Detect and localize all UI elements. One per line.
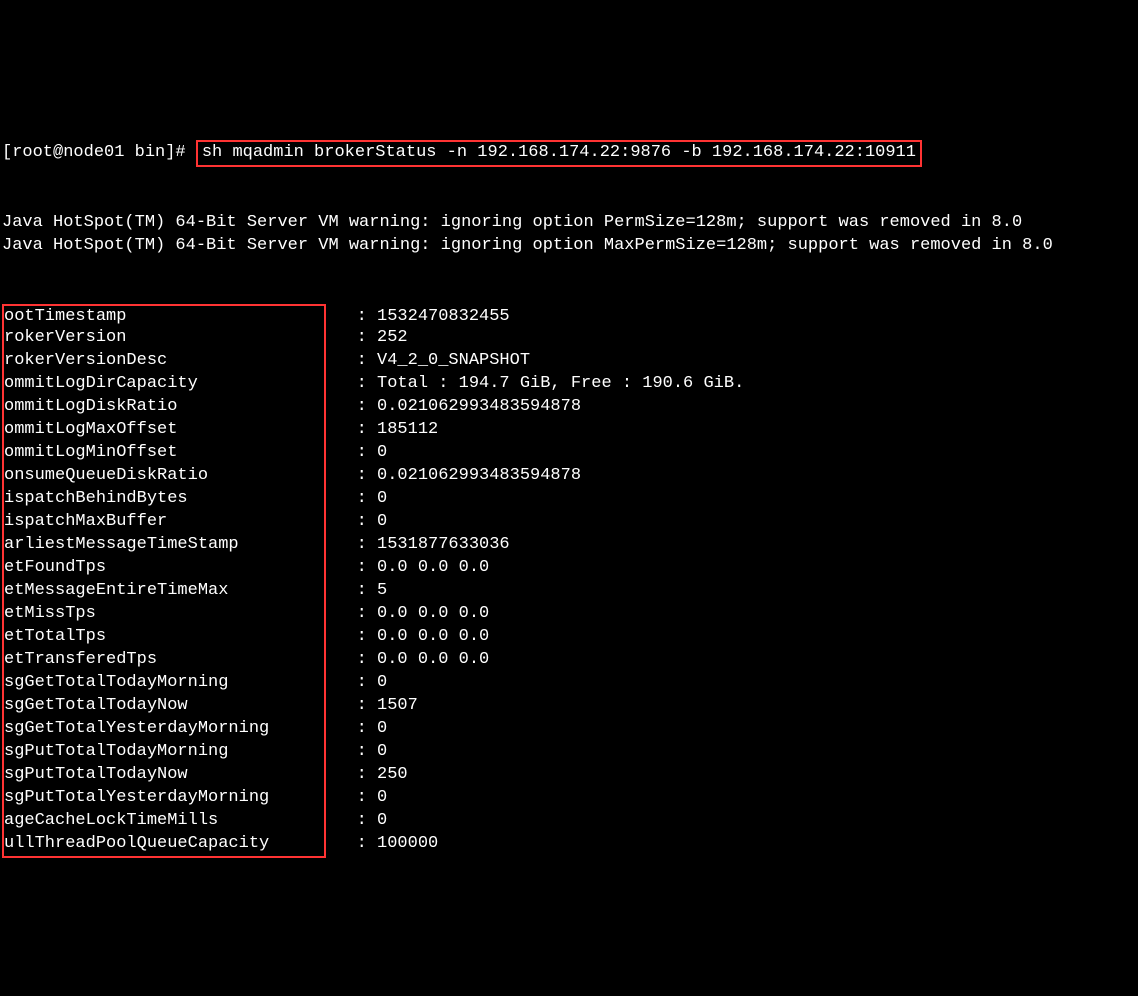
status-key: etFoundTps <box>4 557 324 580</box>
status-key: sgPutTotalTodayMorning <box>4 741 324 764</box>
status-key: sgGetTotalYesterdayMorning <box>4 718 324 741</box>
status-value: : 5 <box>326 581 387 600</box>
status-key: ageCacheLockTimeMills <box>4 810 324 833</box>
status-value: : 0.0 0.0 0.0 <box>326 604 489 623</box>
status-value: : 100000 <box>326 834 438 853</box>
status-value: : 0.0 0.0 0.0 <box>326 558 489 577</box>
status-value: : 0 <box>326 719 387 738</box>
command-text: sh mqadmin brokerStatus -n 192.168.174.2… <box>196 140 922 167</box>
status-key: ullThreadPoolQueueCapacity <box>4 833 324 856</box>
status-row: sgGetTotalYesterdayMorning : 0 <box>2 718 1136 741</box>
status-row: etTotalTps : 0.0 0.0 0.0 <box>2 626 1136 649</box>
status-key: etTotalTps <box>4 626 324 649</box>
status-row: ispatchBehindBytes : 0 <box>2 488 1136 511</box>
status-row: rokerVersionDesc : V4_2_0_SNAPSHOT <box>2 350 1136 373</box>
status-row: rokerVersion : 252 <box>2 327 1136 350</box>
status-value: : 0.021062993483594878 <box>326 466 581 485</box>
status-key: rokerVersionDesc <box>4 350 324 373</box>
status-row: sgPutTotalTodayMorning : 0 <box>2 741 1136 764</box>
status-key: ommitLogMaxOffset <box>4 419 324 442</box>
status-value: : 252 <box>326 328 408 347</box>
status-row: sgPutTotalTodayNow : 250 <box>2 764 1136 787</box>
shell-prompt: [root@node01 bin]# <box>2 143 196 162</box>
status-key: ootTimestamp <box>4 306 324 329</box>
status-key: etMessageEntireTimeMax <box>4 580 324 603</box>
status-key: sgGetTotalTodayMorning <box>4 672 324 695</box>
status-row: ommitLogDirCapacity : Total : 194.7 GiB,… <box>2 373 1136 396</box>
status-value: : 0 <box>326 512 387 531</box>
status-row: ageCacheLockTimeMills : 0 <box>2 810 1136 833</box>
status-value: : 1507 <box>326 696 418 715</box>
status-key: sgPutTotalTodayNow <box>4 764 324 787</box>
status-row: sgPutTotalYesterdayMorning : 0 <box>2 787 1136 810</box>
status-row: sgGetTotalTodayNow : 1507 <box>2 695 1136 718</box>
status-row: ispatchMaxBuffer : 0 <box>2 511 1136 534</box>
status-row: etFoundTps : 0.0 0.0 0.0 <box>2 557 1136 580</box>
status-value: : 0.0 0.0 0.0 <box>326 627 489 646</box>
status-value: : 0 <box>326 788 387 807</box>
status-row: onsumeQueueDiskRatio : 0.021062993483594… <box>2 465 1136 488</box>
prompt-line: [root@node01 bin]# sh mqadmin brokerStat… <box>2 140 1136 167</box>
status-value: : 0 <box>326 443 387 462</box>
status-value: : 1531877633036 <box>326 535 510 554</box>
status-key: ommitLogDiskRatio <box>4 396 324 419</box>
status-value: : Total : 194.7 GiB, Free : 190.6 GiB. <box>326 374 744 393</box>
status-value: : 185112 <box>326 420 438 439</box>
status-row: ommitLogDiskRatio : 0.021062993483594878 <box>2 396 1136 419</box>
warnings-block: Java HotSpot(TM) 64-Bit Server VM warnin… <box>2 212 1136 258</box>
status-row: ommitLogMinOffset : 0 <box>2 442 1136 465</box>
status-row: arliestMessageTimeStamp : 1531877633036 <box>2 534 1136 557</box>
status-row: sgGetTotalTodayMorning : 0 <box>2 672 1136 695</box>
status-key: sgPutTotalYesterdayMorning <box>4 787 324 810</box>
status-value: : V4_2_0_SNAPSHOT <box>326 351 530 370</box>
status-key: etMissTps <box>4 603 324 626</box>
status-row: etTransferedTps : 0.0 0.0 0.0 <box>2 649 1136 672</box>
jvm-warning-line: Java HotSpot(TM) 64-Bit Server VM warnin… <box>2 212 1136 235</box>
status-value: : 0 <box>326 742 387 761</box>
status-key: rokerVersion <box>4 327 324 350</box>
status-key: ommitLogDirCapacity <box>4 373 324 396</box>
status-value: : 1532470832455 <box>326 307 510 326</box>
status-key: ispatchBehindBytes <box>4 488 324 511</box>
status-row: etMessageEntireTimeMax : 5 <box>2 580 1136 603</box>
status-value: : 0 <box>326 673 387 692</box>
status-key: ommitLogMinOffset <box>4 442 324 465</box>
status-value: : 0 <box>326 811 387 830</box>
status-row: ullThreadPoolQueueCapacity : 100000 <box>2 833 1136 856</box>
status-row: ootTimestamp : 1532470832455 <box>2 304 1136 327</box>
status-key: arliestMessageTimeStamp <box>4 534 324 557</box>
status-key: sgGetTotalTodayNow <box>4 695 324 718</box>
terminal-output: [root@node01 bin]# sh mqadmin brokerStat… <box>2 94 1136 879</box>
jvm-warning-line: Java HotSpot(TM) 64-Bit Server VM warnin… <box>2 235 1136 258</box>
status-key: onsumeQueueDiskRatio <box>4 465 324 488</box>
status-value: : 0 <box>326 489 387 508</box>
status-row: etMissTps : 0.0 0.0 0.0 <box>2 603 1136 626</box>
status-table: ootTimestamp : 1532470832455rokerVersion… <box>2 304 1136 856</box>
status-key: ispatchMaxBuffer <box>4 511 324 534</box>
status-row: ommitLogMaxOffset : 185112 <box>2 419 1136 442</box>
status-value: : 250 <box>326 765 408 784</box>
status-value: : 0.021062993483594878 <box>326 397 581 416</box>
status-key: etTransferedTps <box>4 649 324 672</box>
status-value: : 0.0 0.0 0.0 <box>326 650 489 669</box>
